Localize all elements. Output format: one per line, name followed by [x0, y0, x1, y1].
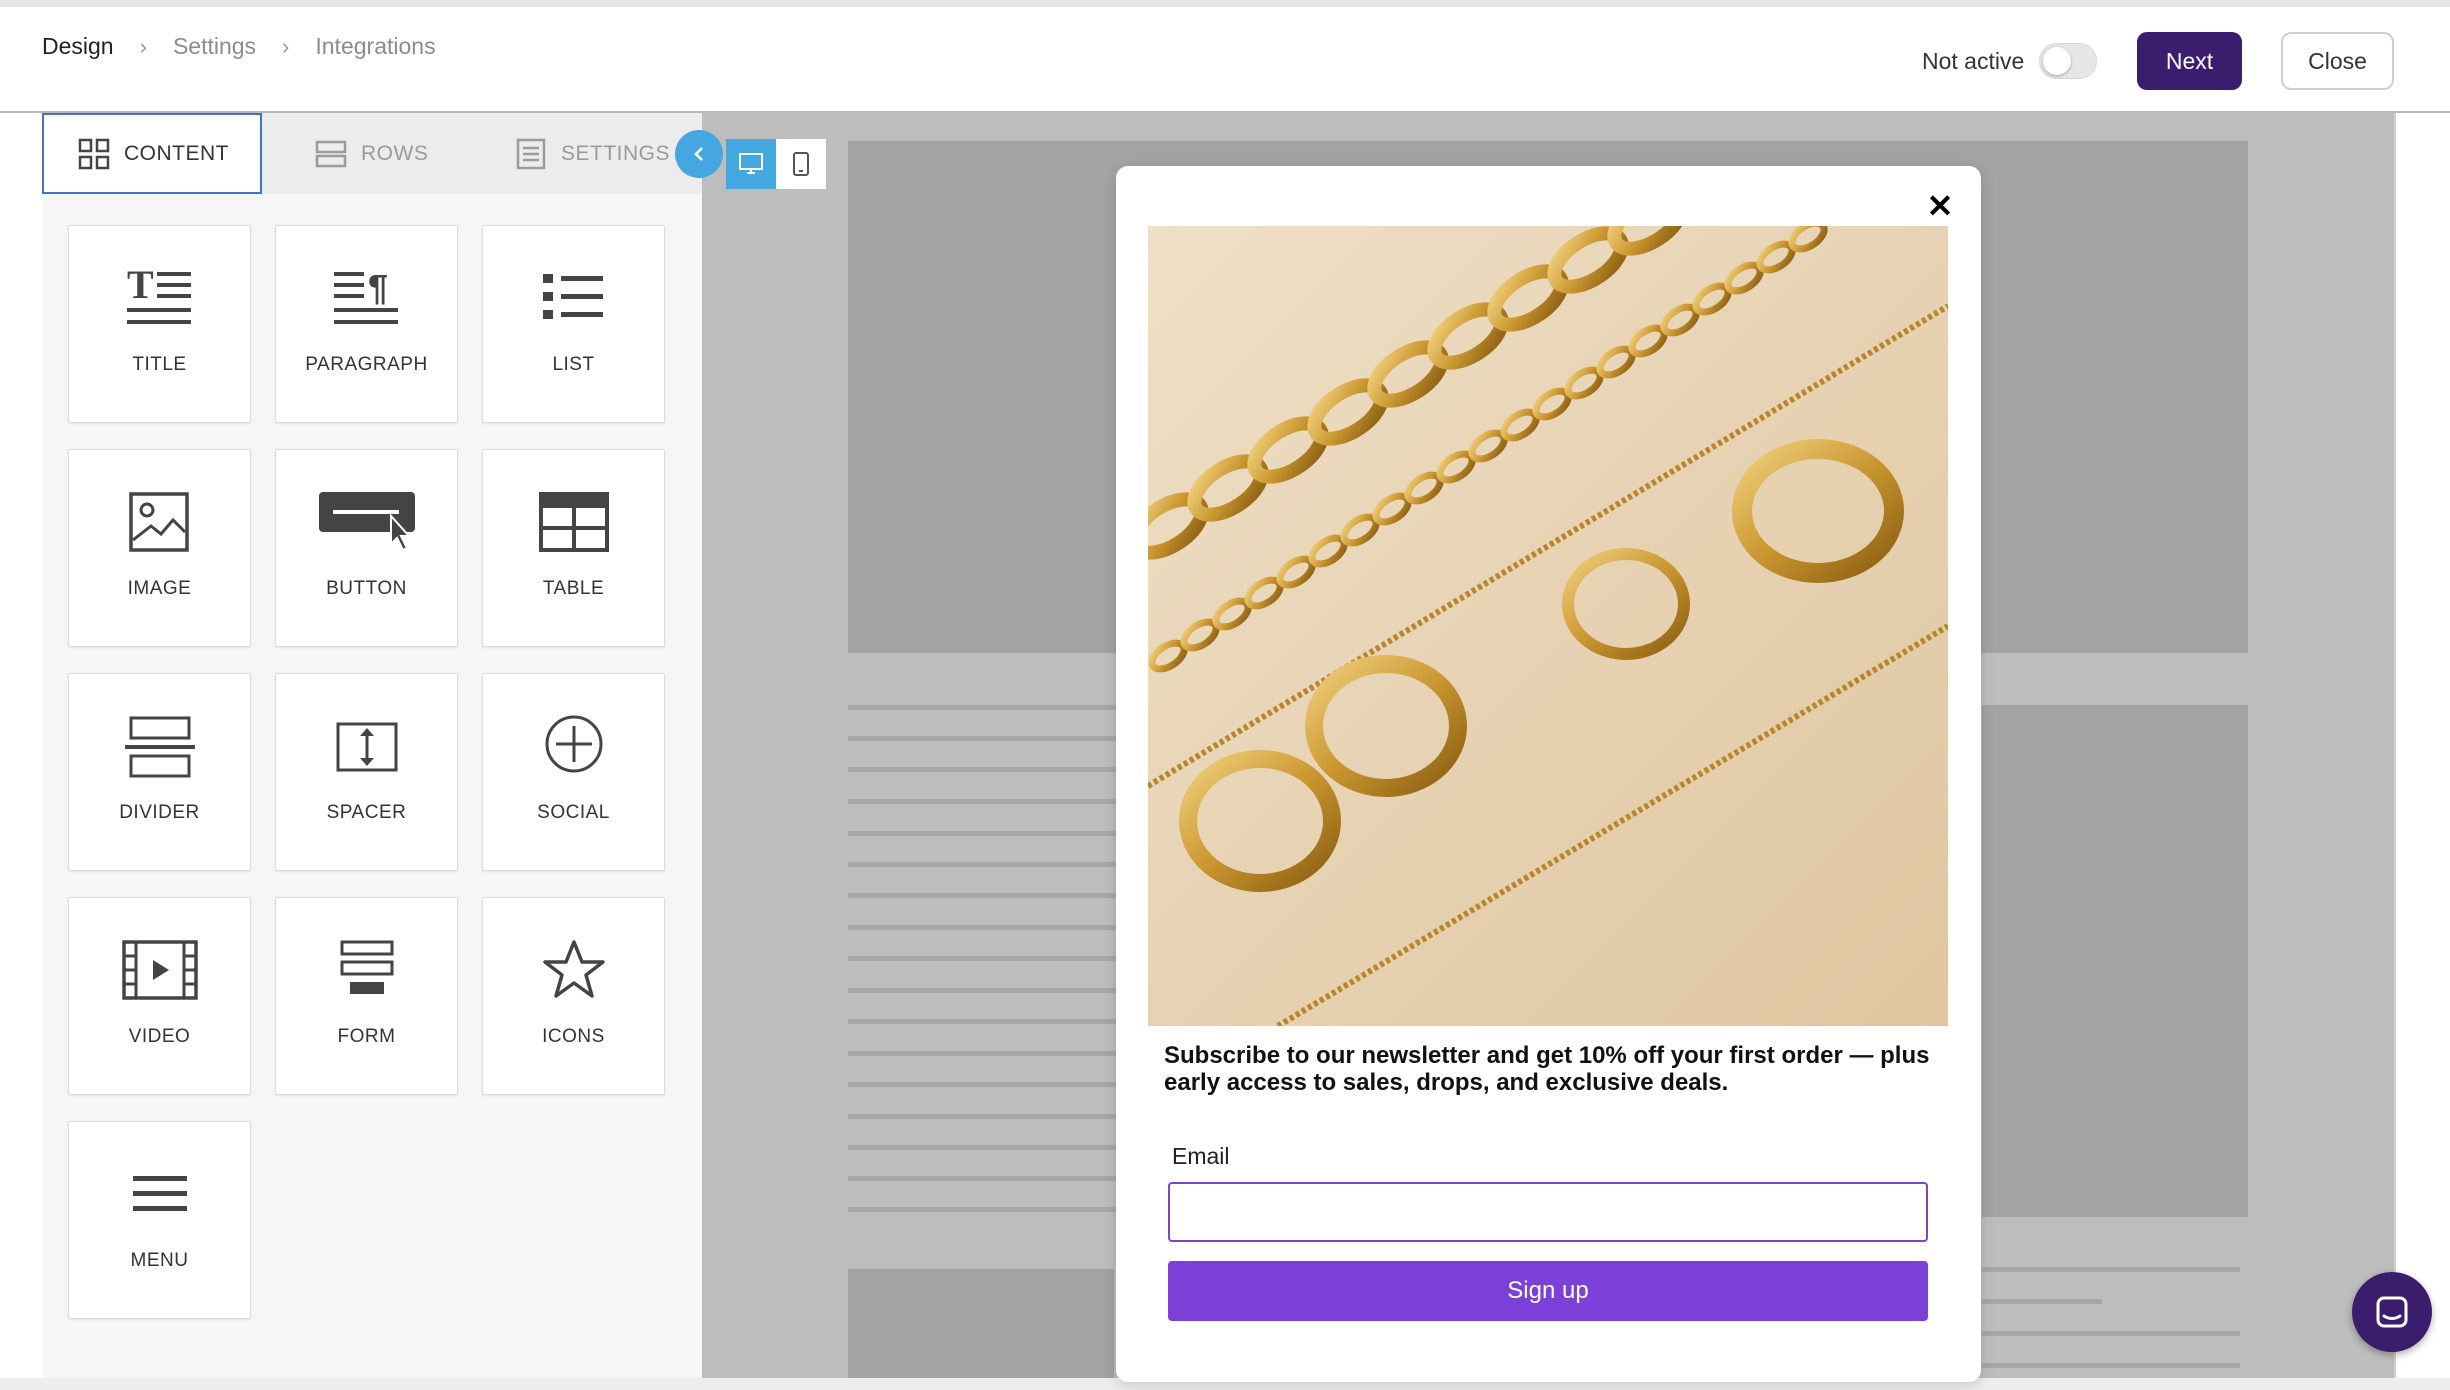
- tile-icons-label: ICONS: [542, 1026, 605, 1047]
- close-icon: ✕: [1926, 188, 1954, 224]
- popup-headline: Subscribe to our newsletter and get 10% …: [1164, 1042, 1930, 1096]
- breadcrumb-design[interactable]: Design: [42, 33, 114, 60]
- tab-rows[interactable]: ROWS: [315, 113, 485, 194]
- image-icon: [128, 492, 189, 552]
- placeholder-side-block: [1982, 705, 2248, 1217]
- jewelry-image: [1148, 226, 1948, 1026]
- popup-close-button[interactable]: ✕: [1922, 188, 1958, 224]
- svg-text:T: T: [127, 264, 154, 307]
- tile-table[interactable]: TABLE: [482, 449, 665, 647]
- tile-icons[interactable]: ICONS: [482, 897, 665, 1095]
- paragraph-icon: ¶: [333, 267, 398, 324]
- next-button[interactable]: Next: [2137, 32, 2242, 90]
- menu-icon: [132, 1176, 187, 1211]
- tile-menu[interactable]: MENU: [68, 1121, 251, 1319]
- chevron-right-icon: ›: [139, 33, 147, 59]
- breadcrumb: Design › Settings › Integrations: [42, 33, 436, 60]
- tile-video-label: VIDEO: [128, 1026, 191, 1047]
- tab-content-label: CONTENT: [124, 141, 229, 165]
- spacer-icon: [336, 722, 397, 772]
- tile-form[interactable]: FORM: [275, 897, 458, 1095]
- tile-divider[interactable]: DIVIDER: [68, 673, 251, 871]
- table-icon: [538, 492, 609, 552]
- toggle-knob: [2043, 47, 2071, 75]
- collapse-panel-button[interactable]: [675, 130, 723, 178]
- tile-spacer[interactable]: SPACER: [275, 673, 458, 871]
- signup-button[interactable]: Sign up: [1168, 1261, 1928, 1321]
- tab-content[interactable]: CONTENT: [42, 113, 262, 194]
- svg-text:¶: ¶: [368, 267, 388, 308]
- tile-table-label: TABLE: [542, 578, 605, 599]
- divider-icon: [124, 716, 195, 778]
- email-label: Email: [1172, 1143, 1230, 1169]
- tile-menu-label: MENU: [130, 1250, 189, 1271]
- tile-button[interactable]: BUTTON: [275, 449, 458, 647]
- tile-image-label: IMAGE: [127, 578, 192, 599]
- tile-list-label: LIST: [552, 354, 595, 375]
- signup-popup: ✕ Subscribe to our newsletter and get 10…: [1116, 166, 1981, 1382]
- chat-icon: [2376, 1296, 2408, 1328]
- social-icon: [545, 715, 602, 773]
- tile-form-label: FORM: [337, 1026, 396, 1047]
- content-panel: CONTENT ROWS SETTINGS T TITLE ¶ PARAGRAP…: [42, 113, 702, 1390]
- tile-image[interactable]: IMAGE: [68, 449, 251, 647]
- close-button[interactable]: Close: [2281, 32, 2394, 90]
- chat-launcher-button[interactable]: [2352, 1272, 2432, 1352]
- tile-spacer-label: SPACER: [326, 802, 407, 823]
- tile-button-label: BUTTON: [326, 578, 407, 599]
- tile-paragraph[interactable]: ¶ PARAGRAPH: [275, 225, 458, 423]
- chevron-left-icon: [694, 147, 703, 161]
- tile-video[interactable]: VIDEO: [68, 897, 251, 1095]
- chevron-right-icon: ›: [282, 33, 290, 59]
- grid-icon: [78, 138, 110, 169]
- button-icon: [318, 492, 415, 552]
- tab-settings-label: SETTINGS: [561, 141, 671, 165]
- desktop-view-button[interactable]: [726, 139, 776, 189]
- panel-tabs: CONTENT ROWS SETTINGS: [42, 113, 702, 194]
- rows-icon: [315, 140, 347, 167]
- placeholder-bottom-block: [848, 1269, 1114, 1390]
- tab-rows-label: ROWS: [361, 141, 429, 165]
- app-root: Design › Settings › Integrations Not act…: [0, 0, 2450, 1390]
- email-field[interactable]: [1168, 1182, 1928, 1242]
- tile-list[interactable]: LIST: [482, 225, 665, 423]
- form-icon: [340, 940, 393, 994]
- mobile-icon: [793, 152, 809, 176]
- video-icon: [121, 940, 198, 1000]
- breadcrumb-integrations[interactable]: Integrations: [315, 33, 435, 60]
- tile-divider-label: DIVIDER: [119, 802, 200, 823]
- desktop-icon: [739, 153, 763, 174]
- tile-social[interactable]: SOCIAL: [482, 673, 665, 871]
- status-label: Not active: [1922, 48, 2025, 74]
- top-bar-line: [0, 0, 2450, 7]
- right-edge-panel: [2394, 113, 2450, 1390]
- list-icon: [542, 274, 603, 319]
- settings-doc-icon: [516, 138, 546, 169]
- mobile-view-button[interactable]: [776, 139, 826, 189]
- tile-paragraph-label: PARAGRAPH: [305, 354, 428, 375]
- title-icon: T: [126, 264, 191, 324]
- breadcrumb-settings[interactable]: Settings: [173, 33, 256, 60]
- active-toggle[interactable]: [2039, 43, 2097, 79]
- tile-title[interactable]: T TITLE: [68, 225, 251, 423]
- header: Design › Settings › Integrations Not act…: [0, 7, 2450, 113]
- star-icon: [542, 940, 605, 998]
- hero-image: [1148, 226, 1948, 1026]
- tile-title-label: TITLE: [132, 354, 187, 375]
- tile-social-label: SOCIAL: [537, 802, 610, 823]
